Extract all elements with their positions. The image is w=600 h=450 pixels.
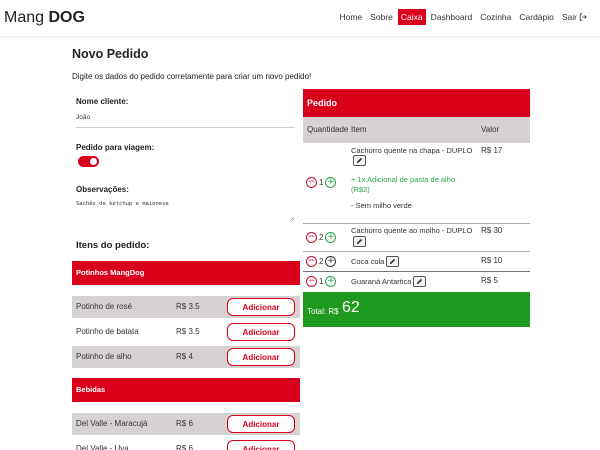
item-name: Guaraná Antartica bbox=[351, 277, 412, 286]
nav-item-sair-label: Sair bbox=[561, 12, 577, 22]
col-item: Item bbox=[351, 125, 367, 134]
notes-textarea[interactable]: Sachês de ketchup e maionese bbox=[76, 200, 296, 223]
nav-item-caixa[interactable]: Caixa bbox=[397, 9, 426, 25]
item-quantity: 1 bbox=[319, 178, 324, 187]
nav-item-cardapio[interactable]: Cardápio bbox=[516, 9, 557, 25]
brand-name-regular: Mang bbox=[4, 9, 45, 26]
page-title: Novo Pedido bbox=[72, 47, 149, 61]
col-value: Valor bbox=[481, 125, 500, 134]
product-price: R$ 3.5 bbox=[176, 327, 200, 336]
page-subtitle: Digite os dados do pedido corretamente p… bbox=[72, 72, 312, 81]
takeaway-toggle[interactable] bbox=[78, 156, 99, 167]
item-name: Coca cola bbox=[351, 257, 385, 266]
notes-label: Observações: bbox=[76, 185, 129, 194]
item-price: R$ 17 bbox=[481, 146, 503, 155]
item-name: Cachorro quente ao molho - DUPLO bbox=[351, 226, 473, 235]
edit-icon[interactable] bbox=[413, 276, 427, 287]
product-name: Del Valle - Maracujá bbox=[76, 419, 148, 428]
col-quantity: Quantidade bbox=[307, 125, 349, 134]
item-price: R$ 10 bbox=[481, 256, 503, 265]
order-total-bar: Total: R$ 62 bbox=[303, 292, 530, 327]
product-name: Potinho de alho bbox=[76, 352, 132, 361]
product-row: Potinho de batata R$ 3.5 Adicionar bbox=[72, 321, 300, 343]
order-table-header: Quantidade Item Valor bbox=[303, 117, 530, 143]
takeaway-label: Pedido para viagem: bbox=[76, 143, 155, 152]
quantity-stepper: − 2 + bbox=[306, 232, 337, 243]
quantity-stepper: − 2 + bbox=[306, 256, 337, 267]
category-header-bebidas: Bebidas bbox=[72, 378, 300, 402]
item-line: Coca cola bbox=[351, 256, 400, 267]
add-button[interactable]: Adicionar bbox=[227, 440, 295, 450]
product-row: Del Valle - Maracujá R$ 6 Adicionar bbox=[72, 413, 300, 435]
item-name: Cachorro quente na chapa - DUPLO bbox=[351, 146, 473, 155]
item-extra: + 1x Adicional de pasta de alho (R$2) bbox=[351, 175, 456, 194]
order-item-row: − 2 + Cachorro quente ao molho - DUPLO R… bbox=[303, 224, 530, 251]
product-name: Del Valle - Uva bbox=[76, 444, 129, 450]
edit-icon[interactable] bbox=[353, 155, 366, 166]
minus-circle-icon[interactable]: − bbox=[306, 232, 317, 243]
add-button[interactable]: Adicionar bbox=[227, 323, 295, 341]
edit-icon[interactable] bbox=[386, 256, 400, 267]
items-section-title: Itens do pedido: bbox=[76, 240, 150, 251]
nav-item-dashboard[interactable]: Dashboard bbox=[428, 9, 476, 25]
product-price: R$ 6 bbox=[176, 419, 193, 428]
add-button[interactable]: Adicionar bbox=[227, 298, 295, 316]
product-price: R$ 6 bbox=[176, 444, 193, 450]
order-item-row: − 2 + Coca cola R$ 10 bbox=[303, 252, 530, 271]
item-price: R$ 5 bbox=[481, 276, 498, 285]
minus-circle-icon[interactable]: − bbox=[306, 256, 317, 267]
plus-circle-icon[interactable]: + bbox=[325, 177, 337, 188]
quantity-stepper: − 1 + bbox=[306, 177, 337, 188]
plus-circle-icon[interactable]: + bbox=[325, 256, 337, 267]
total-value: 62 bbox=[342, 299, 360, 316]
item-note: - Sem milho verde bbox=[351, 201, 412, 210]
minus-circle-icon[interactable]: − bbox=[306, 177, 317, 188]
item-line: Guaraná Antartica bbox=[351, 276, 427, 287]
plus-circle-icon[interactable]: + bbox=[325, 232, 337, 243]
nav-menu: Home Sobre Caixa Dashboard Cozinha Cardá… bbox=[334, 9, 590, 25]
item-quantity: 2 bbox=[319, 233, 324, 242]
edit-icon[interactable] bbox=[353, 236, 366, 247]
nav-item-home[interactable]: Home bbox=[336, 9, 365, 25]
nav-item-sobre[interactable]: Sobre bbox=[367, 9, 396, 25]
add-button[interactable]: Adicionar bbox=[227, 415, 295, 433]
customer-name-input[interactable]: João bbox=[76, 114, 90, 121]
product-row: Potinho de rosé R$ 3.5 Adicionar bbox=[72, 296, 300, 318]
nav-item-sair[interactable]: Sair bbox=[559, 9, 590, 25]
product-row: Potinho de alho R$ 4 Adicionar bbox=[72, 346, 300, 368]
product-row: Del Valle - Uva R$ 6 Adicionar bbox=[72, 438, 300, 450]
add-button[interactable]: Adicionar bbox=[227, 348, 295, 366]
logout-icon bbox=[579, 13, 587, 21]
order-item-row: − 1 + Guaraná Antartica R$ 5 bbox=[303, 272, 530, 292]
order-header: Pedido bbox=[303, 89, 530, 117]
item-price: R$ 30 bbox=[481, 226, 503, 235]
product-name: Potinho de rosé bbox=[76, 302, 133, 311]
product-price: R$ 4 bbox=[176, 352, 193, 361]
item-quantity: 2 bbox=[319, 257, 324, 266]
brand-logo[interactable]: Mang DOG bbox=[4, 9, 85, 27]
order-item-row: − 1 + Cachorro quente na chapa - DUPLO +… bbox=[303, 143, 530, 222]
nav-item-cozinha[interactable]: Cozinha bbox=[477, 9, 514, 25]
navbar: Mang DOG Home Sobre Caixa Dashboard Cozi… bbox=[0, 0, 600, 37]
customer-name-label: Nome cliente: bbox=[76, 97, 129, 106]
customer-name-underline bbox=[76, 127, 295, 128]
quantity-stepper: − 1 + bbox=[306, 276, 337, 287]
resize-grip-icon[interactable] bbox=[289, 216, 295, 222]
minus-circle-icon[interactable]: − bbox=[306, 276, 317, 287]
category-header-potinhos: Potinhos MangDog bbox=[72, 261, 300, 285]
brand-name-bold: DOG bbox=[48, 9, 85, 26]
total-label: Total: R$ bbox=[307, 307, 339, 316]
product-name: Potinho de batata bbox=[76, 327, 139, 336]
product-price: R$ 3.5 bbox=[176, 302, 200, 311]
plus-circle-icon[interactable]: + bbox=[325, 276, 337, 287]
item-quantity: 1 bbox=[319, 277, 324, 286]
